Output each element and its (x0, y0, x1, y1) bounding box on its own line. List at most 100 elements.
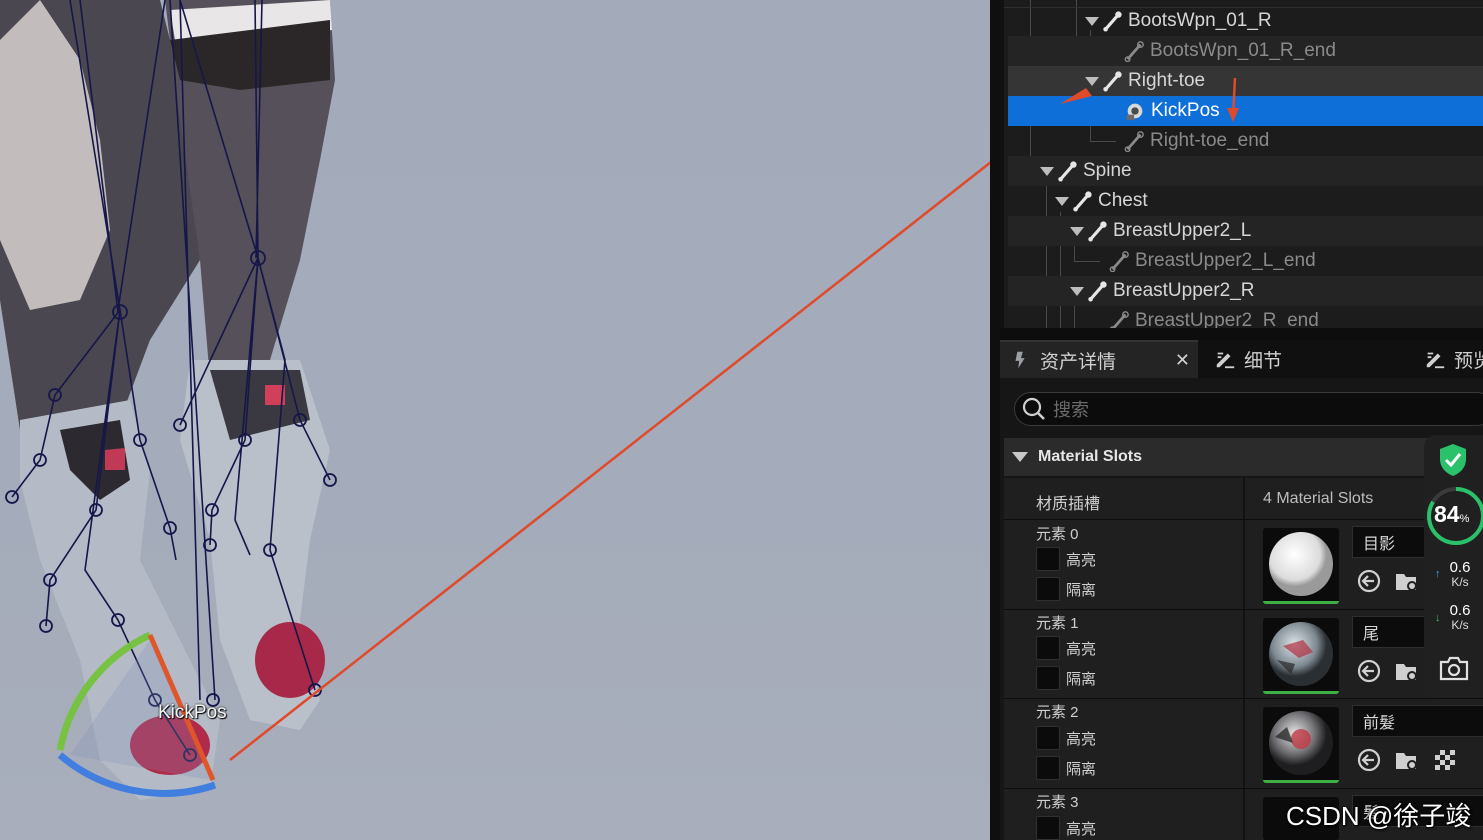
bone-icon (1073, 191, 1092, 212)
tree-row-label: Right-toe_end (1150, 130, 1270, 151)
highlight-checkbox[interactable] (1036, 816, 1060, 840)
expand-arrow-icon[interactable] (1040, 164, 1054, 178)
browse-folder-icon[interactable] (1394, 747, 1420, 773)
annotation-arrow-icon (1227, 78, 1239, 122)
element-title: 元素 0 (1036, 526, 1079, 543)
skeleton-tree: BootsWpn_01_R BootsWpn_01_R_end Right-to… (1000, 0, 1483, 328)
isolate-checkbox[interactable] (1036, 756, 1060, 780)
element-row-2: 元素 2 高亮 隔离 前髮 (1004, 699, 1483, 789)
element-title: 元素 3 (1036, 794, 1079, 811)
tab-asset-details[interactable]: 资产详情 ✕ (1000, 340, 1198, 378)
highlight-checkbox[interactable] (1036, 547, 1060, 571)
material-thumbnail[interactable] (1263, 707, 1339, 783)
tree-row-label: Right-toe (1128, 70, 1206, 91)
slots-label: 材质插槽 (1036, 496, 1101, 513)
isolate-checkbox[interactable] (1036, 577, 1060, 601)
bone-outline-icon (1109, 251, 1129, 272)
system-monitor-widget[interactable]: 84% ↑ 0.6 K/s ↓ 0.6 K/s (1424, 435, 1483, 697)
tree-row-chest[interactable]: Chest (1008, 186, 1483, 216)
expand-arrow-icon[interactable] (1070, 224, 1084, 238)
tree-row-spine[interactable]: Spine (1008, 156, 1483, 186)
tab-label: 细节 (1244, 350, 1283, 372)
expand-arrow-icon[interactable] (1055, 194, 1069, 208)
tree-row-label: KickPos (1151, 100, 1220, 121)
category-title: Material Slots (1038, 448, 1143, 465)
tree-row-label: BootsWpn_01_R (1128, 10, 1272, 31)
material-slots-row: 材质插槽 4 Material Slots (1004, 478, 1483, 520)
tree-row-label: BreastUpper2_R_end (1135, 310, 1319, 328)
upload-speed: 0.6 K/s (1449, 559, 1471, 589)
tree-row-breastupper2-r[interactable]: BreastUpper2_R (1008, 276, 1483, 306)
panel-splitter[interactable] (990, 0, 1000, 840)
usage-percent: 84% (1434, 501, 1470, 527)
panel-gap (1000, 328, 1483, 340)
tree-row-label: BootsWpn_01_R_end (1150, 40, 1336, 61)
tree-row-bootswpn-01-r-end[interactable]: BootsWpn_01_R_end (1008, 36, 1483, 66)
material-picker[interactable]: 前髮 (1352, 705, 1483, 737)
search-input[interactable]: 搜索 (1053, 396, 1089, 422)
element-title: 元素 2 (1036, 704, 1079, 721)
highlight-label: 高亮 (1066, 820, 1097, 838)
isolate-label: 隔离 (1066, 581, 1097, 599)
preview-pencil-icon (1426, 352, 1445, 369)
category-material-slots[interactable]: Material Slots (1004, 438, 1483, 476)
close-icon[interactable]: ✕ (1175, 350, 1190, 371)
slots-count: 4 Material Slots (1263, 490, 1374, 507)
highlight-label: 高亮 (1066, 551, 1097, 569)
isolate-label: 隔离 (1066, 760, 1097, 778)
tree-row-label: BreastUpper2_R (1113, 280, 1255, 301)
element-row-1: 元素 1 高亮 隔离 尾 (1004, 610, 1483, 699)
search-icon (1022, 397, 1045, 420)
expand-arrow-icon[interactable] (1085, 14, 1099, 28)
highlight-label: 高亮 (1066, 640, 1097, 658)
tree-row-label: BreastUpper2_L (1113, 220, 1252, 241)
material-thumbnail[interactable] (1263, 528, 1339, 604)
details-pencil-icon (1216, 352, 1235, 369)
watermark-text: CSDN @徐子竣 (1286, 801, 1472, 831)
highlight-label: 高亮 (1066, 730, 1097, 748)
tab-preview[interactable]: 预览 (1424, 340, 1483, 378)
browse-folder-icon[interactable] (1394, 568, 1420, 594)
use-selected-arrow-icon[interactable] (1356, 658, 1382, 684)
bone-icon (1058, 161, 1077, 182)
material-thumbnail[interactable] (1263, 618, 1339, 694)
highlight-checkbox[interactable] (1036, 636, 1060, 660)
bone-outline-icon (1124, 41, 1144, 62)
tree-row-bootswpn-01-r[interactable]: BootsWpn_01_R (1008, 6, 1483, 36)
highlight-checkbox[interactable] (1036, 726, 1060, 750)
tab-label: 资产详情 (1040, 351, 1117, 373)
bone-outline-icon (1124, 131, 1144, 152)
search-box[interactable]: 搜索 (1014, 392, 1483, 426)
bone-icon (1088, 221, 1107, 242)
browse-folder-icon[interactable] (1394, 658, 1420, 684)
bone-icon (1088, 281, 1107, 302)
annotation-arrowhead-icon (1060, 88, 1092, 104)
isolate-label: 隔离 (1066, 670, 1097, 688)
use-selected-arrow-icon[interactable] (1356, 747, 1382, 773)
collapse-arrow-icon[interactable] (1012, 452, 1028, 462)
isolate-checkbox[interactable] (1036, 666, 1060, 690)
element-row-0: 元素 0 高亮 隔离 目影 (1004, 520, 1483, 610)
tree-row-label: BreastUpper2_L_end (1135, 250, 1316, 271)
tree-row-breastupper2-l[interactable]: BreastUpper2_L (1008, 216, 1483, 246)
tree-row-label: Spine (1083, 160, 1132, 181)
camera-icon[interactable] (1439, 655, 1469, 681)
tab-details[interactable]: 细节 (1214, 340, 1404, 378)
character-legs-render (0, 0, 990, 800)
shield-check-icon (1440, 444, 1466, 476)
checker-texture-icon[interactable] (1432, 747, 1458, 773)
bone-outline-icon (1109, 311, 1129, 328)
asset-details-icon (1015, 351, 1025, 369)
details-panel: 资产详情 ✕ 细节 预览 搜索 Material Slots 材质插槽 4 Ma… (1000, 340, 1483, 840)
tree-row-breastupper2-r-end[interactable]: BreastUpper2_R_end (1008, 306, 1483, 328)
tree-row-breastupper2-l-end[interactable]: BreastUpper2_L_end (1008, 246, 1483, 276)
tree-row-label: Chest (1098, 190, 1148, 211)
tab-bar: 资产详情 ✕ 细节 预览 (1000, 340, 1483, 378)
socket-name-label: KickPos (158, 702, 227, 723)
viewport-3d[interactable]: KickPos (0, 0, 990, 840)
socket-icon (1126, 103, 1143, 121)
tree-row-right-toe-end[interactable]: Right-toe_end (1008, 126, 1483, 156)
download-speed: 0.6 K/s (1449, 602, 1471, 632)
expand-arrow-icon[interactable] (1070, 284, 1084, 298)
use-selected-arrow-icon[interactable] (1356, 568, 1382, 594)
